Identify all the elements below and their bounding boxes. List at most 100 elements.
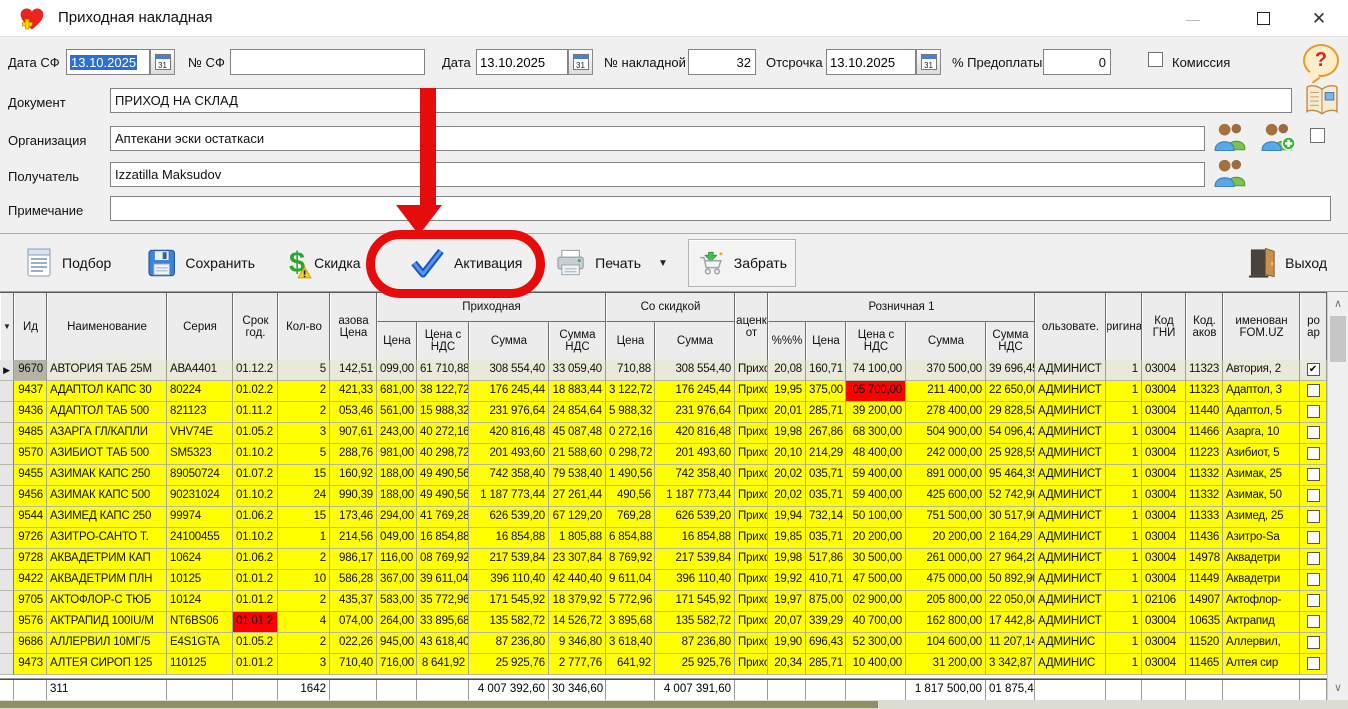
cell-pack[interactable]: 11465 <box>1186 654 1223 675</box>
cell-base[interactable]: 022,26 <box>330 633 377 654</box>
cell-expiry[interactable]: 01.01.2 <box>233 654 278 675</box>
cell-d_sum[interactable]: 231 976,64 <box>655 402 735 423</box>
cell-orig[interactable]: 1 <box>1106 612 1142 633</box>
cell-r_sum[interactable]: 162 800,00 <box>906 612 986 633</box>
table-row[interactable]: 9686АЛЛЕРВИЛ 10МГ/5E4S1GTA01.05.22022,26… <box>0 633 1327 654</box>
cell-sel[interactable] <box>0 444 14 465</box>
cell-p_price_vat[interactable]: 61 710,88 <box>417 360 469 381</box>
column-header-expiry[interactable]: Срокгод. <box>233 293 278 360</box>
cell-series[interactable]: 10125 <box>167 570 233 591</box>
cell-fom[interactable]: Азимак, 25 <box>1223 465 1300 486</box>
horizontal-scrollbar[interactable] <box>0 700 1348 709</box>
cell-p_price_vat[interactable]: 40 298,72 <box>417 444 469 465</box>
cell-r_price[interactable]: 035,71 <box>806 465 846 486</box>
catalog-book-icon[interactable] <box>1303 84 1341 116</box>
cell-p_sum[interactable]: 201 493,60 <box>469 444 549 465</box>
add-organization-people-icon[interactable] <box>1260 121 1296 151</box>
cell-p_price[interactable]: 188,00 <box>377 465 417 486</box>
cell-p_price[interactable]: 945,00 <box>377 633 417 654</box>
cell-markup[interactable]: Прихс <box>735 381 768 402</box>
cell-sel[interactable] <box>0 654 14 675</box>
cell-id[interactable]: 9670 <box>14 360 47 381</box>
cell-name[interactable]: АЛТЕЯ СИРОП 125 <box>47 654 167 675</box>
cell-p_price_vat[interactable]: 49 490,56 <box>417 486 469 507</box>
cell-pct[interactable]: 20,08 <box>768 360 806 381</box>
cell-name[interactable]: АКТОФЛОР-С ТЮБ <box>47 591 167 612</box>
cell-name[interactable]: АВТОРИЯ ТАБ 25М <box>47 360 167 381</box>
cell-orig[interactable]: 1 <box>1106 591 1142 612</box>
cell-markup[interactable]: Прихс <box>735 528 768 549</box>
table-row[interactable]: 9728АКВАДЕТРИМ КАП1062401.06.22986,17116… <box>0 549 1327 570</box>
cell-p_price_vat[interactable]: 49 490,56 <box>417 465 469 486</box>
cell-qty[interactable]: 2 <box>278 549 330 570</box>
cell-pct[interactable]: 19,85 <box>768 528 806 549</box>
cell-id[interactable]: 9544 <box>14 507 47 528</box>
cell-p_sum[interactable]: 176 245,44 <box>469 381 549 402</box>
cell-series[interactable]: 89050724 <box>167 465 233 486</box>
cell-gni[interactable]: 03004 <box>1142 507 1186 528</box>
cell-pack[interactable]: 11332 <box>1186 465 1223 486</box>
cell-r_price_vat[interactable]: 68 300,00 <box>846 423 906 444</box>
cell-id[interactable]: 9705 <box>14 591 47 612</box>
cell-name[interactable]: АДАПТОЛ ТАБ 500 <box>47 402 167 423</box>
cell-p_price_vat[interactable]: 41 769,28 <box>417 507 469 528</box>
cell-r_sum_vat[interactable]: 54 096,42 <box>986 423 1035 444</box>
cell-r_sum[interactable]: 31 200,00 <box>906 654 986 675</box>
cell-fom[interactable]: Актофлор- <box>1223 591 1300 612</box>
cell-id[interactable]: 9422 <box>14 570 47 591</box>
cell-r_sum[interactable]: 504 900,00 <box>906 423 986 444</box>
cell-check[interactable] <box>1300 612 1327 633</box>
cell-p_price[interactable]: 981,00 <box>377 444 417 465</box>
cell-p_sum[interactable]: 231 976,64 <box>469 402 549 423</box>
cell-d_sum[interactable]: 201 493,60 <box>655 444 735 465</box>
cell-id[interactable]: 9728 <box>14 549 47 570</box>
cell-p_price[interactable]: 561,00 <box>377 402 417 423</box>
cell-qty[interactable]: 2 <box>278 591 330 612</box>
deferral-calendar-button[interactable]: 31 <box>916 49 941 75</box>
cell-r_price_vat[interactable]: 20 200,00 <box>846 528 906 549</box>
cell-pack[interactable]: 11466 <box>1186 423 1223 444</box>
cell-r_price_vat[interactable]: 10 400,00 <box>846 654 906 675</box>
cell-p_sum[interactable]: 308 554,40 <box>469 360 549 381</box>
cell-base[interactable]: 288,76 <box>330 444 377 465</box>
cell-d_price[interactable]: 3 895,68 <box>606 612 655 633</box>
date-sf-calendar-button[interactable]: 31 <box>150 49 175 75</box>
cell-pack[interactable]: 10635 <box>1186 612 1223 633</box>
cell-markup[interactable]: Прихс <box>735 402 768 423</box>
cell-orig[interactable]: 1 <box>1106 444 1142 465</box>
cell-pack[interactable]: 11333 <box>1186 507 1223 528</box>
table-row[interactable]: 9705АКТОФЛОР-С ТЮБ1012401.01.22435,37583… <box>0 591 1327 612</box>
cell-user[interactable]: АДМИНИСТ <box>1035 591 1106 612</box>
cell-check[interactable] <box>1300 486 1327 507</box>
cell-p_sum_vat[interactable]: 79 538,40 <box>549 465 606 486</box>
cell-fom[interactable]: Азарга, 10 <box>1223 423 1300 444</box>
cell-base[interactable]: 421,33 <box>330 381 377 402</box>
cell-expiry[interactable]: 01.10.2 <box>233 444 278 465</box>
row-checkbox[interactable] <box>1307 468 1320 481</box>
cell-r_sum_vat[interactable]: 22 050,00 <box>986 591 1035 612</box>
commission-checkbox[interactable] <box>1148 52 1163 67</box>
cell-user[interactable]: АДМИНИС <box>1035 654 1106 675</box>
column-header-r_sum_vat[interactable]: СуммаНДС <box>986 322 1035 360</box>
cell-check[interactable] <box>1300 633 1327 654</box>
take-button[interactable]: Забрать <box>688 239 796 287</box>
cell-r_price_vat[interactable]: 59 400,00 <box>846 465 906 486</box>
organization-people-icon[interactable] <box>1213 121 1249 151</box>
cell-name[interactable]: АЗИМЕД КАПС 250 <box>47 507 167 528</box>
column-header-series[interactable]: Серия <box>167 293 233 360</box>
cell-d_sum[interactable]: 308 554,40 <box>655 360 735 381</box>
column-header-check[interactable]: роар <box>1300 293 1327 360</box>
cell-check[interactable] <box>1300 465 1327 486</box>
cell-markup[interactable]: Прихс <box>735 654 768 675</box>
cell-d_price[interactable]: 8 769,92 <box>606 549 655 570</box>
close-button[interactable]: ✕ <box>1296 0 1342 37</box>
cell-pack[interactable]: 11449 <box>1186 570 1223 591</box>
table-row[interactable]: 9726АЗИТРО-САНТО Т.2410045501.10.21214,5… <box>0 528 1327 549</box>
hscrollbar-thumb[interactable] <box>0 701 878 708</box>
cell-sel[interactable] <box>0 402 14 423</box>
cell-user[interactable]: АДМИНИСТ <box>1035 570 1106 591</box>
cell-name[interactable]: АКВАДЕТРИМ ПЛН <box>47 570 167 591</box>
cell-check[interactable] <box>1300 591 1327 612</box>
cell-pack[interactable]: 11440 <box>1186 402 1223 423</box>
cell-gni[interactable]: 03004 <box>1142 549 1186 570</box>
